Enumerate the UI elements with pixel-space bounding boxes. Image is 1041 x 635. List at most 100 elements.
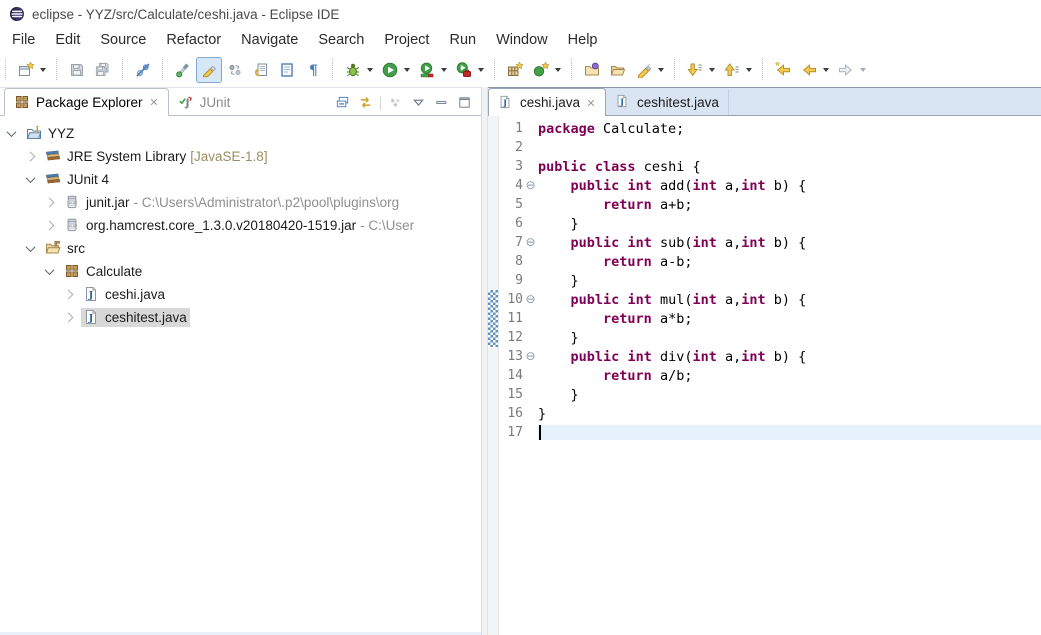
close-icon[interactable]: [586, 98, 596, 108]
chevron-expanded-icon[interactable]: [25, 173, 36, 184]
menu-source[interactable]: Source: [90, 30, 156, 50]
search-dropdown[interactable]: [658, 67, 664, 72]
next-annotation-dropdown[interactable]: [709, 67, 715, 72]
code-text: }: [538, 272, 579, 289]
line-number: 15: [507, 387, 523, 402]
tree-item-jre-system-library[interactable]: JRE System Library [JavaSE-1.8]: [0, 145, 481, 168]
coverage-dropdown[interactable]: [441, 67, 447, 72]
chevron-collapsed-icon[interactable]: [63, 312, 74, 323]
fold-collapse-icon[interactable]: ⊖: [523, 233, 538, 252]
framed-page-button[interactable]: [274, 57, 300, 83]
close-icon[interactable]: [149, 97, 159, 107]
view-tab-junit[interactable]: J JUnit: [169, 89, 240, 115]
menu-window[interactable]: Window: [486, 30, 558, 50]
previous-annotation-button[interactable]: [719, 57, 745, 83]
new-wizard-dropdown[interactable]: [40, 67, 46, 72]
fold-collapse-icon[interactable]: ⊖: [523, 176, 538, 195]
menu-help[interactable]: Help: [558, 30, 608, 50]
menu-navigate[interactable]: Navigate: [231, 30, 308, 50]
code-text: public int sub(int a, int b) {: [570, 234, 807, 251]
editor-tab-ceshitest.java[interactable]: Jceshitest.java: [606, 89, 729, 115]
coverage-button[interactable]: [414, 57, 440, 83]
code-line: 14 return a/b;: [499, 366, 1041, 385]
skip-breakpoints-button[interactable]: [130, 57, 156, 83]
run-dropdown[interactable]: [404, 67, 410, 72]
menu-search[interactable]: Search: [308, 30, 374, 50]
forward-dropdown[interactable]: [860, 67, 866, 72]
tree-item-junit.jar[interactable]: 010 junit.jar - C:\Users\Administrator\.p…: [0, 191, 481, 214]
chevron-expanded-icon[interactable]: [25, 242, 36, 253]
chevron-collapsed-icon[interactable]: [44, 197, 55, 208]
tree-item-labelwrap: JUnit 4: [43, 170, 112, 189]
debug-dropdown[interactable]: [367, 67, 373, 72]
forward-icon: [838, 62, 854, 78]
mark-occurrences-button[interactable]: [196, 56, 222, 83]
menu-run[interactable]: Run: [439, 30, 486, 50]
code-editor[interactable]: 1 package Calculate; 2 3 public class ceshi …: [488, 116, 1041, 635]
library-icon: [45, 171, 61, 187]
tree-item-src[interactable]: src: [0, 237, 481, 260]
new-java-project-button[interactable]: [502, 57, 528, 83]
pilcrow-button[interactable]: ¶: [300, 57, 326, 83]
menu-edit[interactable]: Edit: [45, 30, 90, 50]
project-tree[interactable]: J YYZ JRE System Library [JavaSE-1.8] JUnit…: [0, 116, 481, 329]
new-wizard-button[interactable]: [13, 57, 39, 83]
save-button[interactable]: [64, 57, 90, 83]
open-folder-button[interactable]: [605, 57, 631, 83]
back-button[interactable]: [796, 57, 822, 83]
linked-dots-button[interactable]: [222, 57, 248, 83]
new-class-button[interactable]: [528, 57, 554, 83]
chevron-collapsed-icon[interactable]: [25, 151, 36, 162]
debug-icon: [345, 62, 361, 78]
menu-refactor[interactable]: Refactor: [156, 30, 231, 50]
menu-project[interactable]: Project: [374, 30, 439, 50]
collapse-all-button[interactable]: [334, 94, 351, 111]
run-button[interactable]: [377, 57, 403, 83]
chevron-expanded-icon[interactable]: [44, 265, 55, 276]
previous-annotation-dropdown[interactable]: [746, 67, 752, 72]
annotation-ruler[interactable]: [488, 116, 499, 635]
tree-item-ceshi.java[interactable]: Jceshi.java: [0, 283, 481, 306]
external-tools-button[interactable]: [451, 57, 477, 83]
tree-item-ceshitest.java[interactable]: Jceshitest.java: [0, 306, 481, 329]
external-tools-dropdown[interactable]: [478, 67, 484, 72]
new-class-dropdown[interactable]: [555, 67, 561, 72]
fold-collapse-icon[interactable]: ⊖: [523, 290, 538, 309]
tree-item-yyz[interactable]: J YYZ: [0, 122, 481, 145]
maximize-button[interactable]: [456, 94, 473, 111]
flashlight-button[interactable]: [170, 57, 196, 83]
tree-item-junit-4[interactable]: JUnit 4: [0, 168, 481, 191]
search-button[interactable]: [631, 57, 657, 83]
view-menu-button[interactable]: [410, 94, 427, 111]
page-arrow-button[interactable]: [248, 57, 274, 83]
toolbar-separator: [494, 59, 496, 80]
tree-item-calculate[interactable]: Calculate: [0, 260, 481, 283]
chevron-collapsed-icon[interactable]: [44, 220, 55, 231]
tree-item-label: JUnit 4: [67, 171, 110, 187]
chevron-expanded-icon[interactable]: [6, 127, 17, 138]
view-tab-package-explorer[interactable]: Package Explorer: [4, 88, 169, 116]
debug-button[interactable]: [340, 57, 366, 83]
code-text: public int div(int a, int b) {: [570, 348, 807, 365]
back-dropdown[interactable]: [823, 67, 829, 72]
tree-item-org.hamcrest.core-1.3.0.v20180420-1519.jar[interactable]: 010 org.hamcrest.core_1.3.0.v20180420-151…: [0, 214, 481, 237]
forward-button[interactable]: [833, 57, 859, 83]
java-file-icon: J: [83, 286, 99, 302]
editor-tab-ceshi.java[interactable]: Jceshi.java: [488, 88, 607, 116]
open-type-button[interactable]: [579, 57, 605, 83]
menu-file[interactable]: File: [2, 30, 45, 50]
link-with-editor-button[interactable]: [357, 94, 374, 111]
code-text: [538, 425, 1041, 440]
text-area[interactable]: 1 package Calculate; 2 3 public class ceshi …: [499, 116, 1041, 635]
open-folder-icon: [610, 62, 626, 78]
code-text: }: [538, 386, 579, 403]
minimize-button[interactable]: [433, 94, 450, 111]
src-folder-icon: [45, 240, 61, 256]
chevron-collapsed-icon[interactable]: [63, 289, 74, 300]
focus-button[interactable]: [387, 94, 404, 111]
fold-collapse-icon[interactable]: ⊖: [523, 347, 538, 366]
save-all-button[interactable]: [90, 57, 116, 83]
java-project-icon: J: [26, 125, 42, 141]
last-edit-location-button[interactable]: [770, 57, 796, 83]
next-annotation-button[interactable]: [682, 57, 708, 83]
